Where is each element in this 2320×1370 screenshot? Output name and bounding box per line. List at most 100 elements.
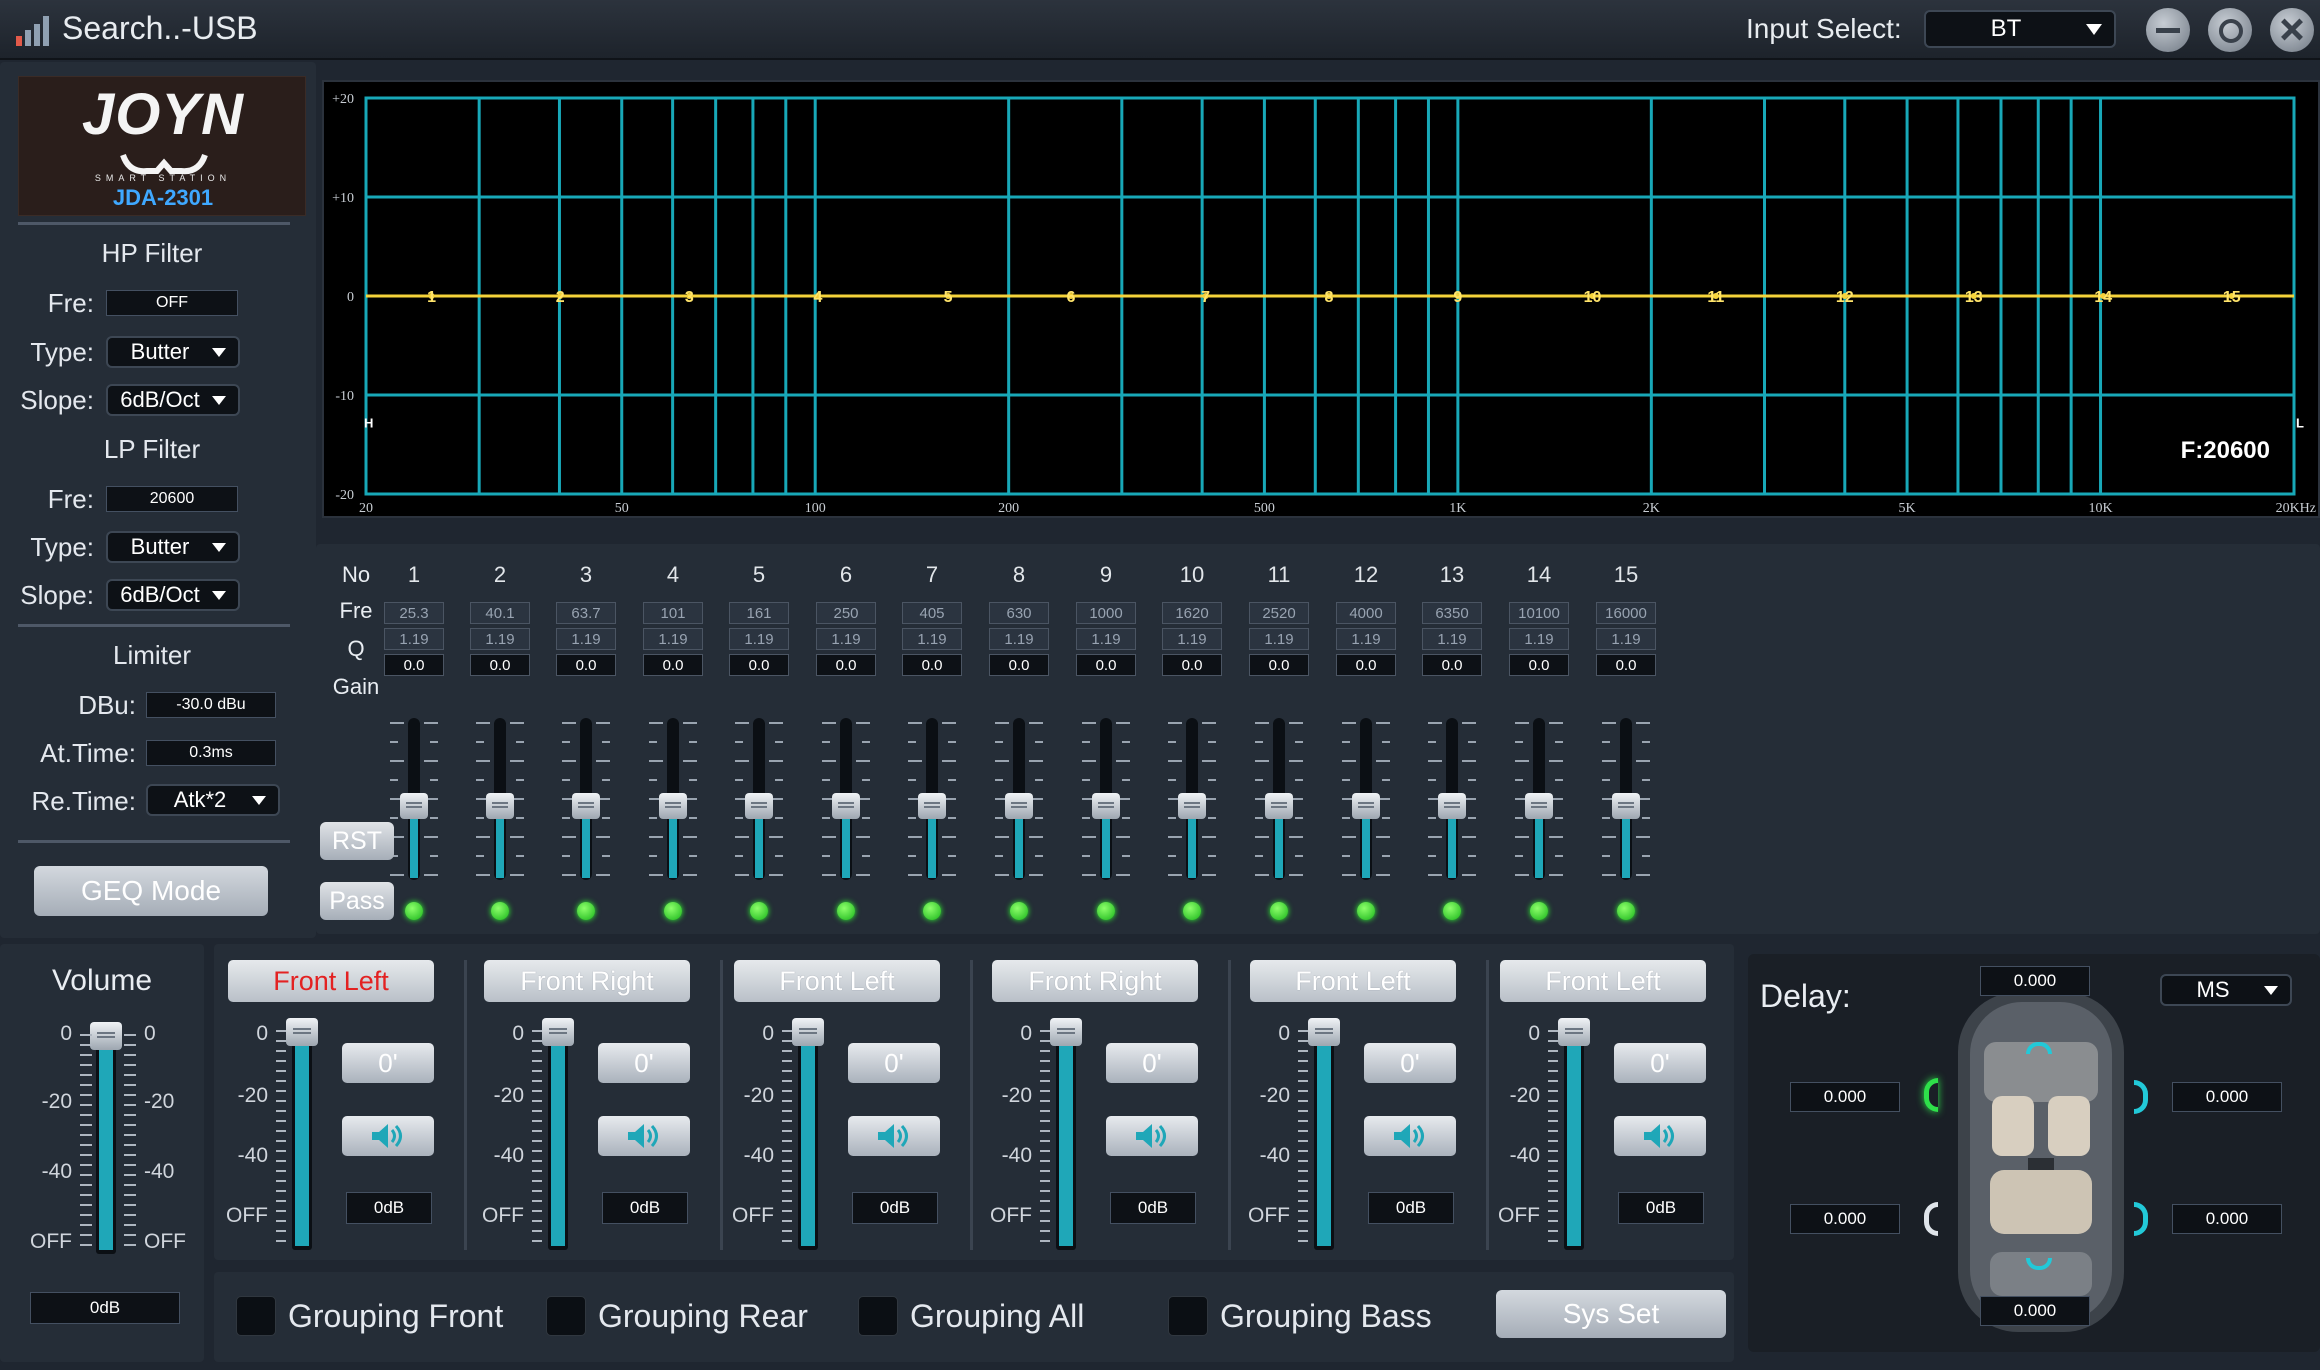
- band-frequency-field[interactable]: 250: [816, 602, 876, 624]
- band-frequency-field[interactable]: 16000: [1596, 602, 1656, 624]
- lp-slope-dropdown[interactable]: 6dB/Oct: [106, 579, 240, 611]
- band-gain-field[interactable]: 0.0: [1336, 654, 1396, 676]
- band-gain-field[interactable]: 0.0: [1162, 654, 1222, 676]
- slider-knob[interactable]: [486, 793, 514, 819]
- hp-slope-dropdown[interactable]: 6dB/Oct: [106, 384, 240, 416]
- band-pass-led[interactable]: [664, 902, 682, 920]
- slider-knob[interactable]: [1005, 793, 1033, 819]
- channel-mute-button[interactable]: [1106, 1116, 1198, 1156]
- channel-gain-value[interactable]: 0dB: [1368, 1192, 1454, 1224]
- band-pass-led[interactable]: [405, 902, 423, 920]
- channel-gain-value[interactable]: 0dB: [602, 1192, 688, 1224]
- lp-fre-field[interactable]: 20600: [106, 486, 238, 512]
- band-gain-field[interactable]: 0.0: [1509, 654, 1569, 676]
- band-pass-led[interactable]: [1183, 902, 1201, 920]
- sys-set-button[interactable]: Sys Set: [1496, 1290, 1726, 1338]
- geq-mode-button[interactable]: GEQ Mode: [34, 866, 268, 916]
- channel-name-button[interactable]: Front Right: [992, 960, 1198, 1002]
- limiter-retime-dropdown[interactable]: Atk*2: [146, 784, 280, 816]
- channel-mute-button[interactable]: [342, 1116, 434, 1156]
- channel-volume-slider[interactable]: [542, 1018, 574, 1250]
- band-q-field[interactable]: 1.19: [1596, 628, 1656, 650]
- band-frequency-field[interactable]: 161: [729, 602, 789, 624]
- band-gain-field[interactable]: 0.0: [556, 654, 616, 676]
- band-gain-slider[interactable]: [902, 714, 962, 884]
- band-q-field[interactable]: 1.19: [1509, 628, 1569, 650]
- channel-mute-button[interactable]: [1364, 1116, 1456, 1156]
- band-pass-led[interactable]: [1443, 902, 1461, 920]
- band-gain-slider[interactable]: [470, 714, 530, 884]
- slider-knob[interactable]: [918, 793, 946, 819]
- channel-volume-slider[interactable]: [1308, 1018, 1340, 1250]
- slider-knob[interactable]: [745, 793, 773, 819]
- slider-knob[interactable]: [1352, 793, 1380, 819]
- band-gain-slider[interactable]: [556, 714, 616, 884]
- slider-knob[interactable]: [1308, 1018, 1340, 1046]
- channel-phase-button[interactable]: 0': [1364, 1043, 1456, 1083]
- band-gain-field[interactable]: 0.0: [816, 654, 876, 676]
- slider-knob[interactable]: [1265, 793, 1293, 819]
- channel-phase-button[interactable]: 0': [1614, 1043, 1706, 1083]
- delay-left-rear-field[interactable]: 0.000: [1790, 1204, 1900, 1234]
- channel-name-button[interactable]: Front Left: [1500, 960, 1706, 1002]
- band-gain-field[interactable]: 0.0: [1596, 654, 1656, 676]
- band-gain-field[interactable]: 0.0: [902, 654, 962, 676]
- slider-knob[interactable]: [1178, 793, 1206, 819]
- channel-mute-button[interactable]: [1614, 1116, 1706, 1156]
- band-pass-led[interactable]: [1357, 902, 1375, 920]
- channel-mute-button[interactable]: [848, 1116, 940, 1156]
- band-q-field[interactable]: 1.19: [1422, 628, 1482, 650]
- input-select-dropdown[interactable]: BT: [1924, 10, 2116, 48]
- slider-knob[interactable]: [572, 793, 600, 819]
- band-gain-slider[interactable]: [1596, 714, 1656, 884]
- band-frequency-field[interactable]: 4000: [1336, 602, 1396, 624]
- band-q-field[interactable]: 1.19: [470, 628, 530, 650]
- band-frequency-field[interactable]: 25.3: [384, 602, 444, 624]
- limiter-attime-field[interactable]: 0.3ms: [146, 740, 276, 766]
- speaker-right-front-icon[interactable]: [2134, 1080, 2148, 1114]
- band-pass-led[interactable]: [750, 902, 768, 920]
- band-frequency-field[interactable]: 101: [643, 602, 703, 624]
- grouping-front-checkbox[interactable]: [236, 1296, 276, 1336]
- delay-right-front-field[interactable]: 0.000: [2172, 1082, 2282, 1112]
- band-gain-field[interactable]: 0.0: [1422, 654, 1482, 676]
- band-q-field[interactable]: 1.19: [556, 628, 616, 650]
- band-frequency-field[interactable]: 630: [989, 602, 1049, 624]
- slider-knob[interactable]: [400, 793, 428, 819]
- band-gain-slider[interactable]: [1336, 714, 1396, 884]
- band-pass-led[interactable]: [1617, 902, 1635, 920]
- band-gain-field[interactable]: 0.0: [470, 654, 530, 676]
- channel-name-button[interactable]: Front Right: [484, 960, 690, 1002]
- grouping-all-checkbox[interactable]: [858, 1296, 898, 1336]
- slider-knob[interactable]: [792, 1018, 824, 1046]
- band-gain-slider[interactable]: [1249, 714, 1309, 884]
- band-gain-slider[interactable]: [643, 714, 703, 884]
- close-button[interactable]: [2270, 8, 2314, 52]
- channel-volume-slider[interactable]: [1558, 1018, 1590, 1250]
- lp-type-dropdown[interactable]: Butter: [106, 531, 240, 563]
- pass-button[interactable]: Pass: [320, 882, 394, 920]
- band-q-field[interactable]: 1.19: [989, 628, 1049, 650]
- channel-phase-button[interactable]: 0': [848, 1043, 940, 1083]
- band-gain-field[interactable]: 0.0: [643, 654, 703, 676]
- slider-knob[interactable]: [1050, 1018, 1082, 1046]
- band-gain-slider[interactable]: [816, 714, 876, 884]
- volume-slider-knob[interactable]: [90, 1022, 122, 1050]
- band-gain-slider[interactable]: [1162, 714, 1222, 884]
- channel-phase-button[interactable]: 0': [342, 1043, 434, 1083]
- band-frequency-field[interactable]: 1000: [1076, 602, 1136, 624]
- channel-phase-button[interactable]: 0': [1106, 1043, 1198, 1083]
- channel-name-button[interactable]: Front Left: [734, 960, 940, 1002]
- delay-bottom-field[interactable]: 0.000: [1980, 1296, 2090, 1326]
- channel-mute-button[interactable]: [598, 1116, 690, 1156]
- band-gain-slider[interactable]: [1422, 714, 1482, 884]
- delay-top-field[interactable]: 0.000: [1980, 966, 2090, 996]
- band-pass-led[interactable]: [1530, 902, 1548, 920]
- channel-gain-value[interactable]: 0dB: [852, 1192, 938, 1224]
- band-gain-slider[interactable]: [384, 714, 444, 884]
- slider-knob[interactable]: [659, 793, 687, 819]
- band-pass-led[interactable]: [923, 902, 941, 920]
- band-frequency-field[interactable]: 2520: [1249, 602, 1309, 624]
- channel-gain-value[interactable]: 0dB: [1618, 1192, 1704, 1224]
- band-gain-field[interactable]: 0.0: [1249, 654, 1309, 676]
